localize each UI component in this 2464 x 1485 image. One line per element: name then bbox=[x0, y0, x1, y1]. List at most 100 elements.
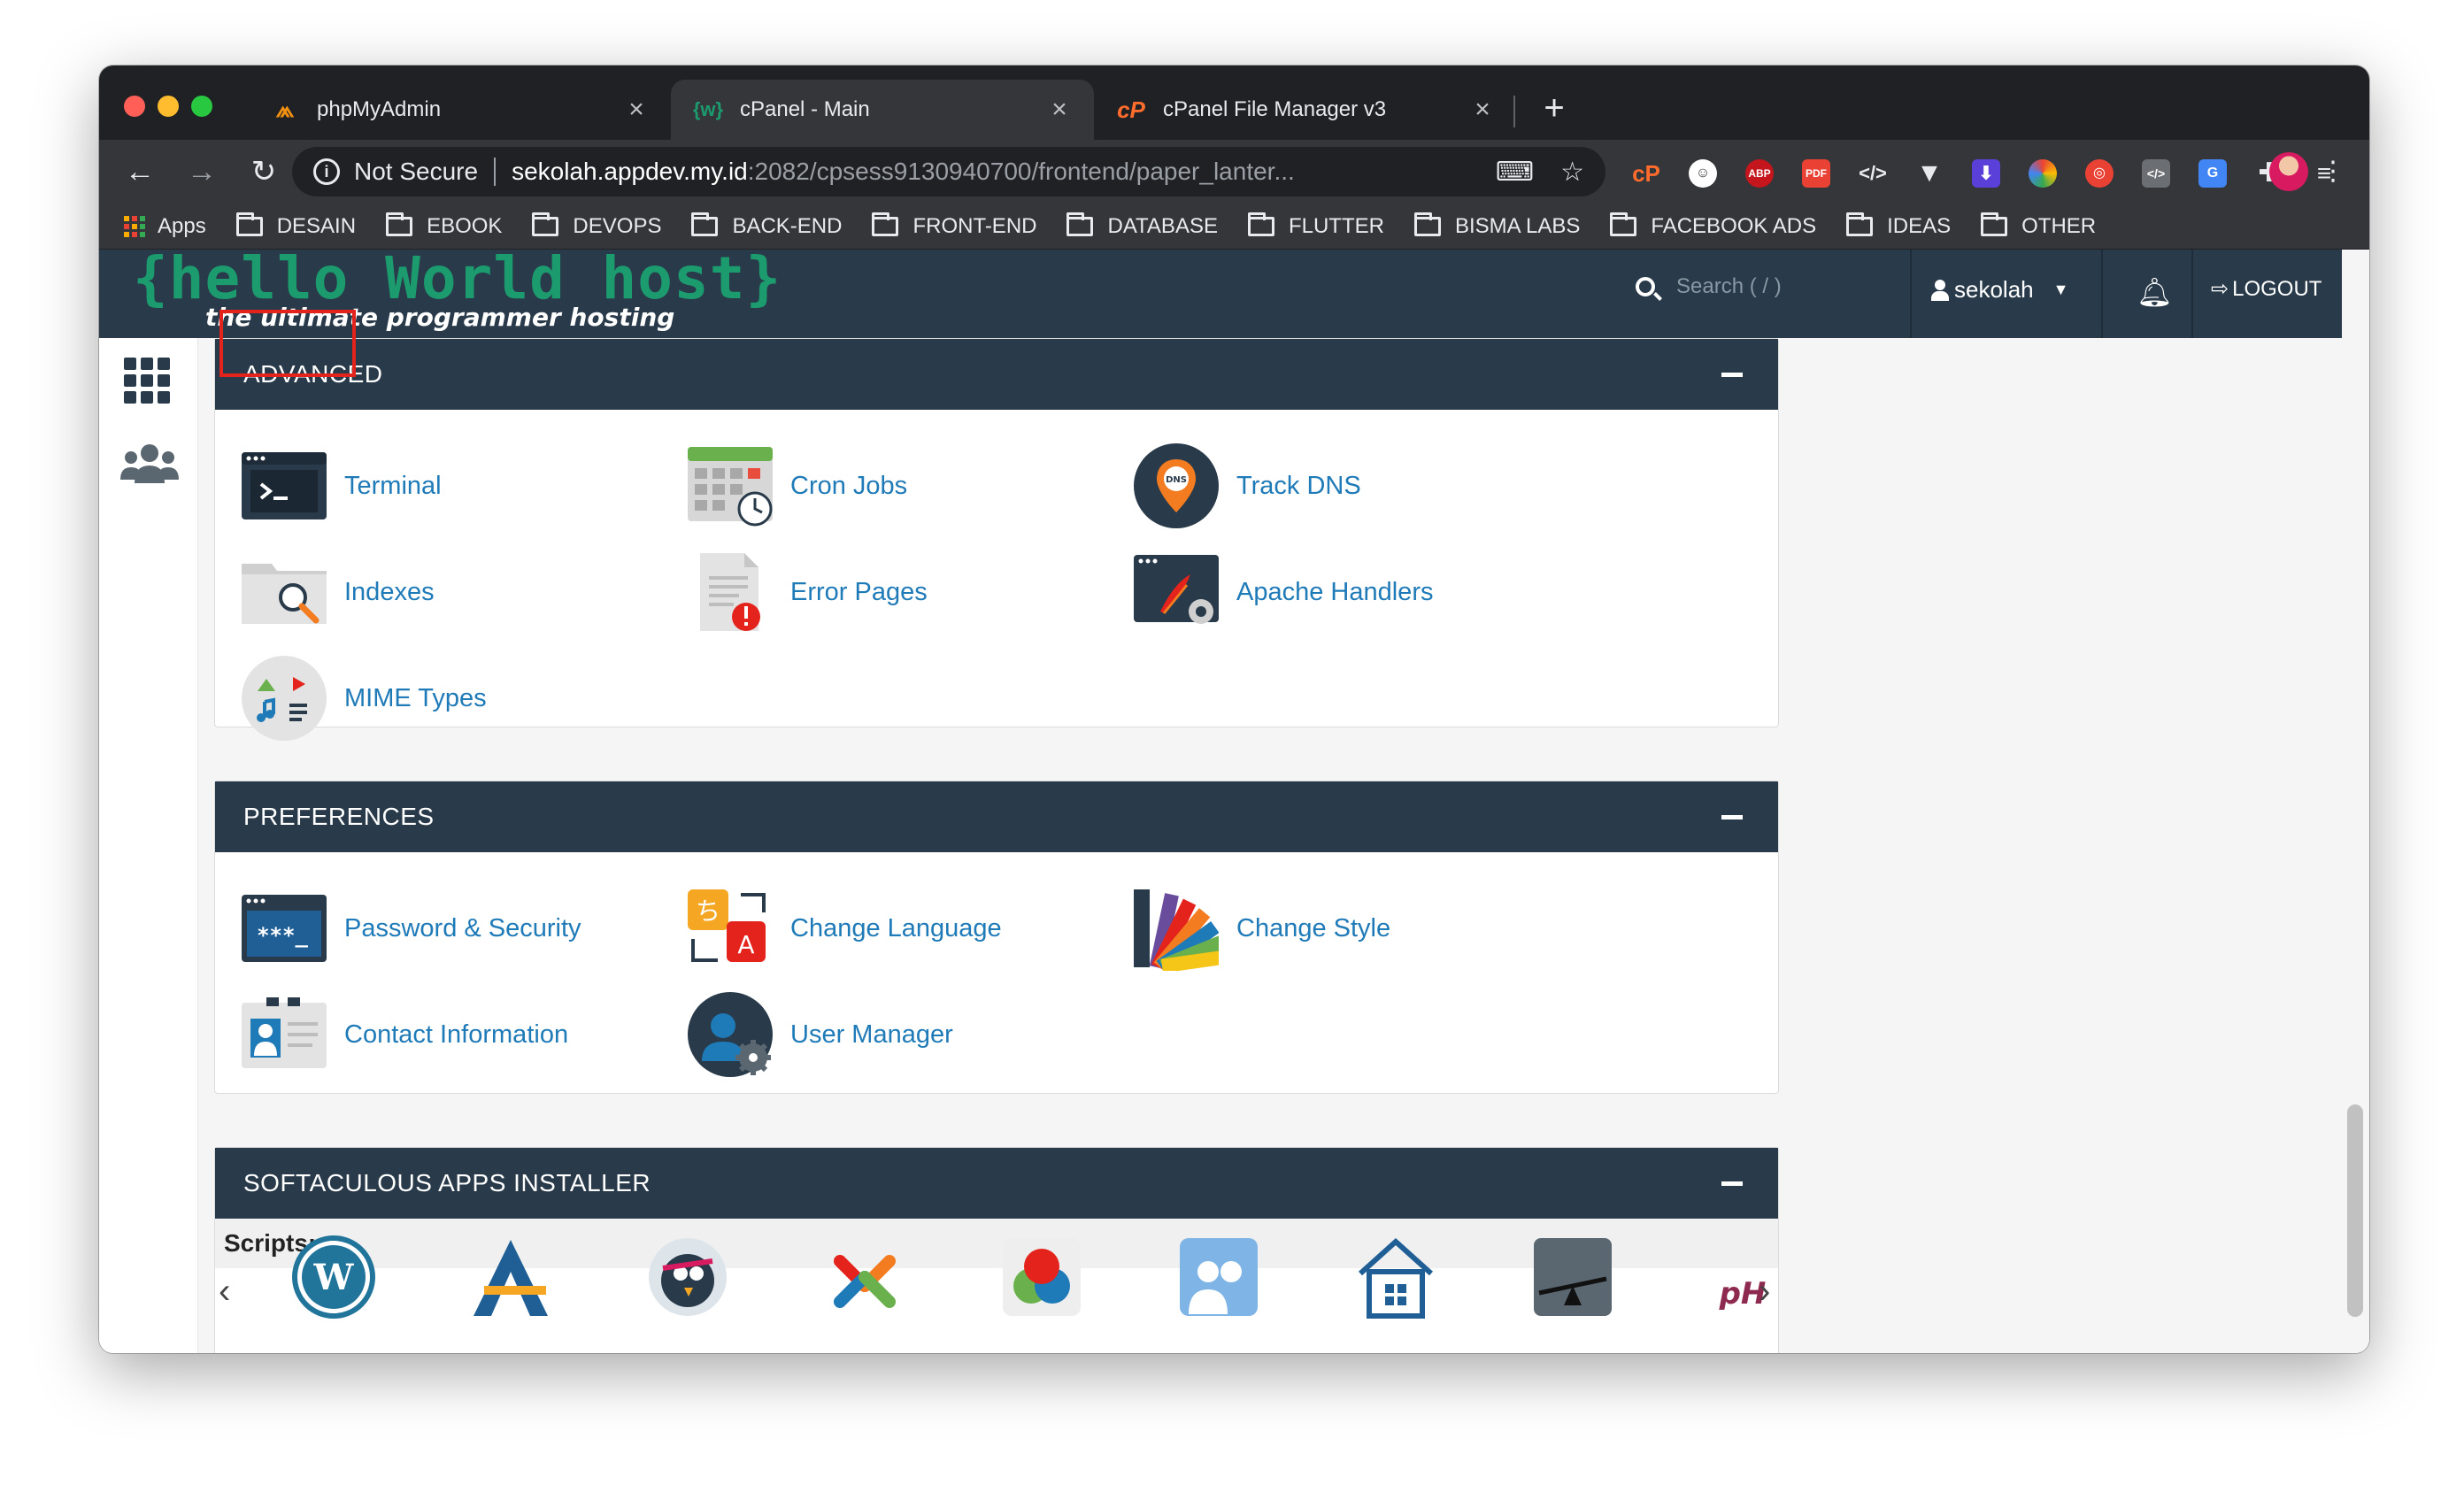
house-icon[interactable] bbox=[1353, 1235, 1438, 1320]
users-icon[interactable] bbox=[119, 441, 181, 485]
bookmark-label: IDEAS bbox=[1887, 213, 1952, 238]
apps-grid-icon bbox=[124, 215, 145, 237]
info-icon[interactable]: i bbox=[313, 158, 340, 185]
tab-strip: ⩕ phpMyAdmin × {w} cPanel - Main × cP cP… bbox=[99, 65, 2369, 140]
cpanel-page: {hello World host} the ultimate programm… bbox=[99, 250, 2369, 1353]
tab-cpanel-main[interactable]: {w} cPanel - Main × bbox=[671, 80, 1094, 140]
phpbb-icon[interactable]: pH bbox=[1707, 1235, 1792, 1320]
user-icon bbox=[1931, 279, 1949, 301]
profile-avatar[interactable] bbox=[2269, 152, 2308, 191]
google-translate-icon[interactable]: G bbox=[2198, 159, 2227, 188]
terminal-link[interactable]: Terminal bbox=[242, 443, 442, 528]
item-label: Indexes bbox=[344, 577, 435, 606]
close-window-button[interactable] bbox=[124, 96, 145, 117]
logout-button[interactable]: ⇨ LOGOUT bbox=[2211, 276, 2322, 302]
scrollbar-thumb[interactable] bbox=[2347, 1104, 2363, 1317]
scroll-right-arrow-icon[interactable]: › bbox=[1759, 1272, 1770, 1312]
face-extension-icon[interactable]: ☺ bbox=[1689, 159, 1717, 188]
username: sekolah bbox=[1954, 276, 2034, 303]
preferences-header[interactable]: PREFERENCES bbox=[215, 781, 1778, 852]
home-grid-icon[interactable] bbox=[124, 358, 170, 404]
contact-information-link[interactable]: Contact Information bbox=[242, 992, 568, 1077]
apache-handlers-link[interactable]: Apache Handlers bbox=[1134, 550, 1433, 635]
translate-icon[interactable]: ⌨ bbox=[1496, 157, 1534, 188]
abantecart-icon[interactable] bbox=[468, 1235, 553, 1320]
bookmark-facebook-ads[interactable]: FACEBOOK ADS bbox=[1610, 212, 1816, 239]
bookmark-label: FRONT-END bbox=[912, 213, 1037, 238]
mime-types-link[interactable]: MIME Types bbox=[242, 656, 487, 741]
search-placeholder: Search ( / ) bbox=[1676, 274, 1782, 298]
bookmark-apps[interactable]: Apps bbox=[124, 214, 206, 239]
mime-types-icon bbox=[242, 656, 327, 741]
collapse-icon[interactable] bbox=[1721, 373, 1743, 377]
code-extension-icon[interactable]: </> bbox=[1859, 159, 1887, 188]
bookmark-front-end[interactable]: FRONT-END bbox=[872, 212, 1037, 239]
bookmark-bisma-labs[interactable]: BISMA LABS bbox=[1413, 212, 1580, 239]
search-icon bbox=[1636, 277, 1655, 296]
item-label: User Manager bbox=[790, 1019, 953, 1049]
track-dns-link[interactable]: DNS Track DNS bbox=[1134, 443, 1361, 528]
bookmark-ebook[interactable]: EBOOK bbox=[386, 212, 502, 239]
softaculous-panel: SOFTACULOUS APPS INSTALLER Scripts: ‹ W bbox=[214, 1147, 1779, 1353]
joomla-icon[interactable] bbox=[822, 1235, 907, 1320]
forward-arrow-icon[interactable]: → bbox=[181, 150, 223, 193]
bookmark-ideas[interactable]: IDEAS bbox=[1846, 212, 1952, 239]
error-pages-link[interactable]: Error Pages bbox=[688, 550, 928, 635]
url-path: :2082/cpsess9130940700/frontend/paper_la… bbox=[747, 158, 1295, 185]
color-extension-icon[interactable] bbox=[2029, 159, 2057, 188]
download-extension-icon[interactable]: ⬇ bbox=[1972, 159, 2000, 188]
vue-devtools-icon[interactable]: ▼ bbox=[1915, 159, 1944, 188]
target-extension-icon[interactable]: ◎ bbox=[2085, 159, 2114, 188]
address-bar[interactable]: i Not Secure sekolah.appdev.my.id :2082/… bbox=[292, 147, 1605, 196]
maximize-window-button[interactable] bbox=[191, 96, 212, 117]
notifications-bell-icon[interactable]: 🔔︎ bbox=[2137, 274, 2173, 310]
cpanel-extension-icon[interactable]: cP bbox=[1632, 159, 1660, 188]
folder-icon bbox=[691, 212, 719, 236]
advanced-header[interactable]: ADVANCED bbox=[215, 339, 1778, 410]
more-menu-icon[interactable]: ⋮ bbox=[2312, 150, 2354, 193]
pdf-extension-icon[interactable]: PDF bbox=[1802, 159, 1830, 188]
change-language-link[interactable]: ち A Change Language bbox=[688, 886, 1002, 971]
bookmark-desain[interactable]: DESAIN bbox=[235, 212, 356, 239]
tab-phpmyadmin[interactable]: ⩕ phpMyAdmin × bbox=[248, 80, 671, 140]
bookmark-other[interactable]: OTHER bbox=[1981, 212, 2096, 239]
bookmark-devops[interactable]: DEVOPS bbox=[532, 212, 661, 239]
user-manager-link[interactable]: User Manager bbox=[688, 992, 953, 1077]
section-title: PREFERENCES bbox=[243, 803, 435, 830]
bookmark-database[interactable]: DATABASE bbox=[1066, 212, 1218, 239]
minimize-window-button[interactable] bbox=[158, 96, 179, 117]
adblock-icon[interactable]: ABP bbox=[1745, 159, 1774, 188]
browser-window: ⩕ phpMyAdmin × {w} cPanel - Main × cP cP… bbox=[99, 65, 2369, 1353]
seesaw-icon[interactable] bbox=[1530, 1235, 1615, 1320]
password-security-link[interactable]: ***_ Password & Security bbox=[242, 886, 581, 971]
bookmark-flutter[interactable]: FLUTTER bbox=[1247, 212, 1384, 239]
close-tab-icon[interactable]: × bbox=[623, 95, 650, 125]
close-tab-icon[interactable]: × bbox=[1469, 95, 1496, 125]
back-arrow-icon[interactable]: ← bbox=[119, 150, 161, 193]
user-menu[interactable]: sekolah ▼ bbox=[1931, 276, 2068, 304]
tab-file-manager[interactable]: cP cPanel File Manager v3 × bbox=[1094, 80, 1517, 140]
wordpress-icon[interactable]: W bbox=[291, 1235, 376, 1320]
terminal-icon bbox=[242, 452, 327, 519]
collapse-icon[interactable] bbox=[1721, 815, 1743, 819]
new-tab-button[interactable]: + bbox=[1533, 87, 1575, 129]
prestashop-icon[interactable] bbox=[645, 1235, 730, 1320]
bookmark-back-end[interactable]: BACK-END bbox=[691, 212, 842, 239]
bookmark-star-icon[interactable]: ☆ bbox=[1560, 157, 1584, 188]
section-title: SOFTACULOUS APPS INSTALLER bbox=[243, 1169, 651, 1196]
cron-jobs-link[interactable]: Cron Jobs bbox=[688, 443, 907, 528]
softaculous-header[interactable]: SOFTACULOUS APPS INSTALLER bbox=[215, 1148, 1778, 1219]
close-tab-icon[interactable]: × bbox=[1046, 95, 1073, 125]
opencart-icon[interactable] bbox=[999, 1235, 1084, 1320]
item-label: Apache Handlers bbox=[1236, 577, 1434, 606]
indexes-link[interactable]: Indexes bbox=[242, 550, 435, 635]
users-app-icon[interactable] bbox=[1176, 1235, 1261, 1320]
search-box[interactable]: Search ( / ) bbox=[1636, 274, 1782, 299]
security-label: Not Secure bbox=[354, 158, 479, 185]
collapse-icon[interactable] bbox=[1721, 1181, 1743, 1186]
scroll-left-arrow-icon[interactable]: ‹ bbox=[219, 1272, 230, 1312]
svg-text:ち: ち bbox=[696, 896, 720, 926]
change-style-link[interactable]: Change Style bbox=[1134, 886, 1390, 971]
reload-icon[interactable]: ↻ bbox=[243, 150, 285, 193]
devtools-extension-icon[interactable]: </> bbox=[2142, 159, 2170, 188]
